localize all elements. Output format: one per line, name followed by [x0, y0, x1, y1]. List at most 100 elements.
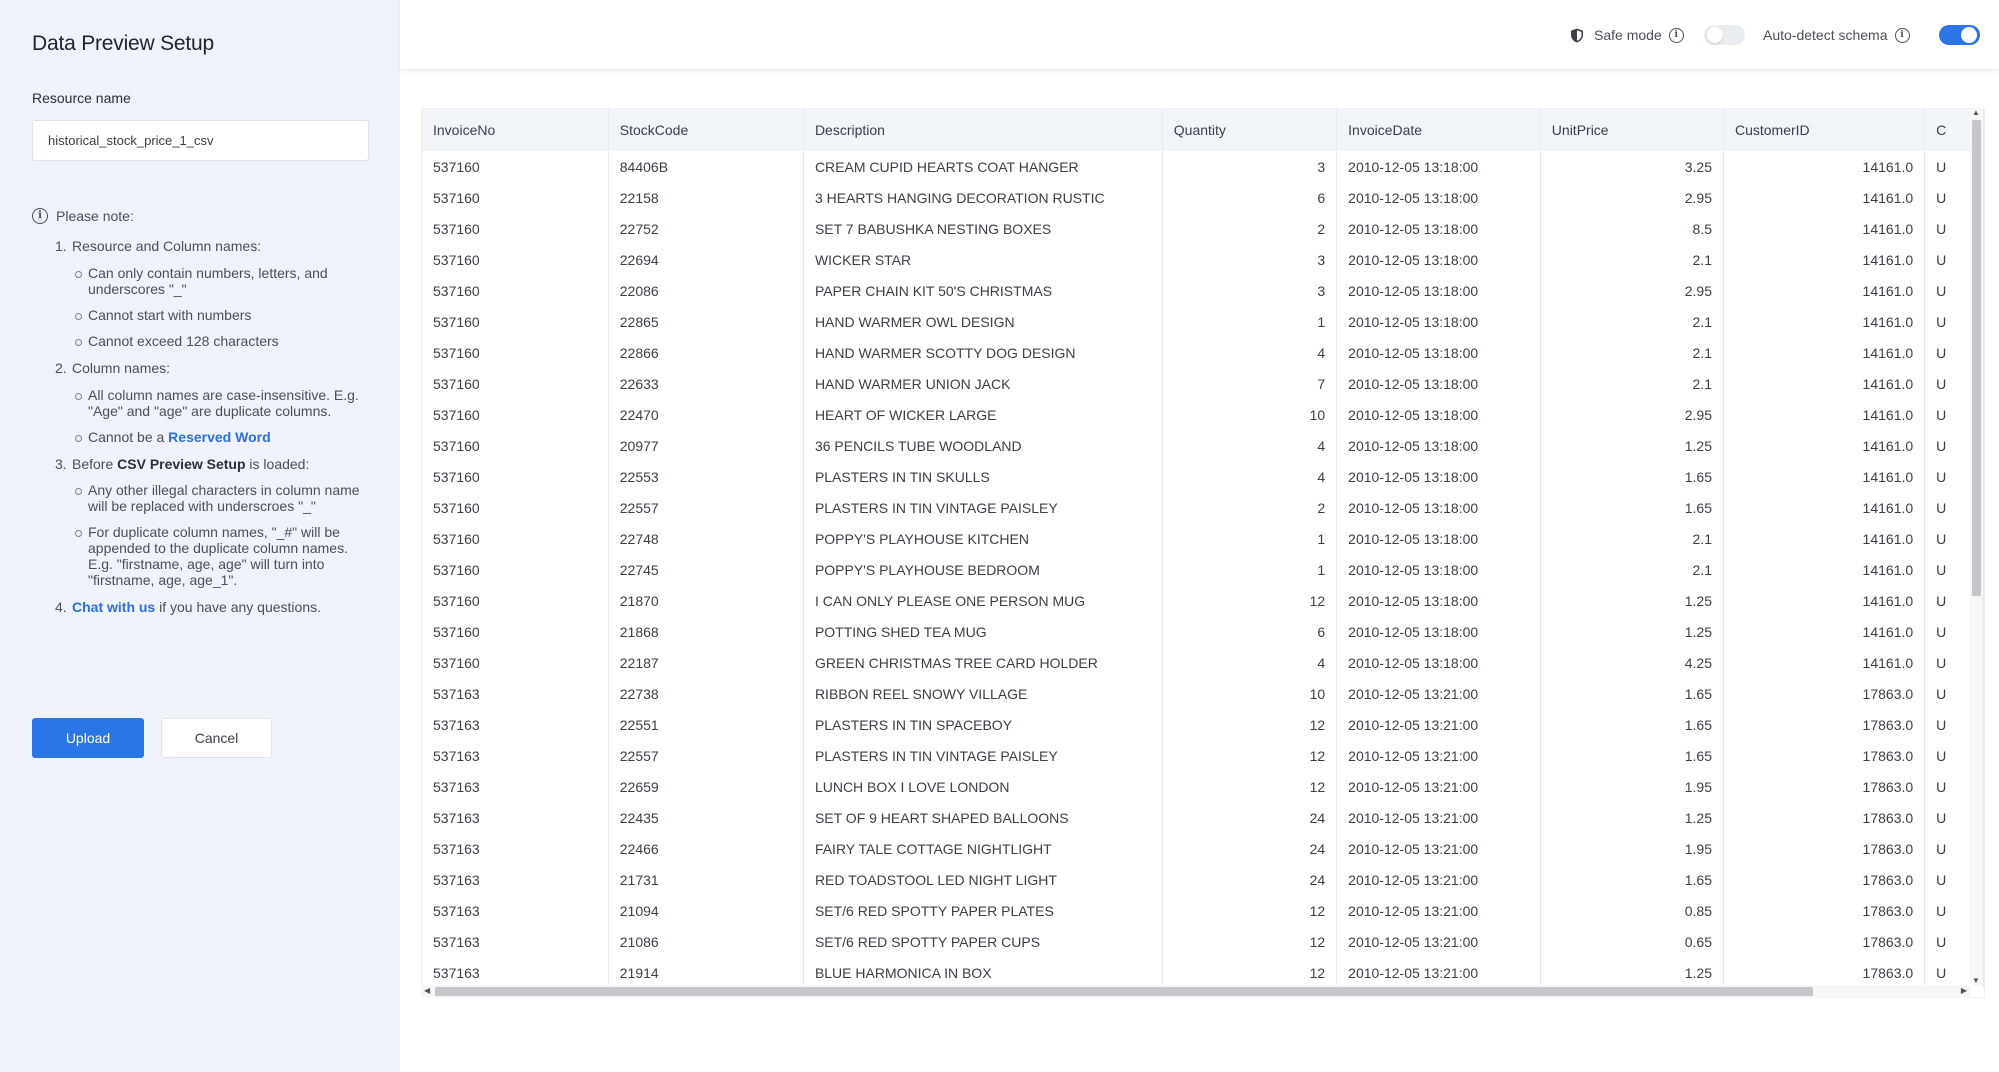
info-icon[interactable]: i	[1668, 27, 1684, 43]
column-header[interactable]: InvoiceDate	[1336, 109, 1541, 151]
table-cell: 537160	[422, 213, 609, 244]
safe-mode-label: Safe mode	[1594, 27, 1662, 43]
auto-detect-toggle[interactable]	[1939, 25, 1980, 45]
table-row[interactable]: 537163 21094 SET/6 RED SPOTTY PAPER PLATES…	[422, 895, 1984, 926]
table-cell: PLASTERS IN TIN SPACEBOY	[803, 709, 1163, 740]
table-cell: 1	[1162, 306, 1338, 337]
table-cell: 14161.0	[1723, 151, 1926, 182]
table-cell: 2010-12-05 13:21:00	[1336, 771, 1541, 802]
table-row[interactable]: 537160 22748 POPPY'S PLAYHOUSE KITCHEN 1 201…	[422, 523, 1984, 554]
table-cell: 1.65	[1540, 678, 1724, 709]
table-cell: 22158	[608, 182, 804, 213]
table-cell: 2010-12-05 13:21:00	[1336, 895, 1541, 926]
table-cell: 21731	[608, 864, 804, 895]
table-cell: 8.5	[1540, 213, 1724, 244]
table-cell: 2.1	[1540, 368, 1724, 399]
table-cell: 12	[1162, 740, 1338, 771]
table-cell: 17863.0	[1723, 802, 1926, 833]
table-row[interactable]: 537160 22694 WICKER STAR 3 2010-12-05 13:18:…	[422, 244, 1984, 275]
horizontal-scrollbar[interactable]: ◀ ▶	[421, 985, 1970, 998]
table-row[interactable]: 537160 22470 HEART OF WICKER LARGE 10 2010-1…	[422, 399, 1984, 430]
table-cell: 2010-12-05 13:18:00	[1336, 337, 1541, 368]
table-row[interactable]: 537160 22745 POPPY'S PLAYHOUSE BEDROOM 1 201…	[422, 554, 1984, 585]
upload-button[interactable]: Upload	[32, 718, 144, 758]
table-row[interactable]: 537163 21914 BLUE HARMONICA IN BOX 12 2010-1…	[422, 957, 1984, 988]
table-cell: 6	[1162, 182, 1338, 213]
table-row[interactable]: 537160 22553 PLASTERS IN TIN SKULLS 4 2010-1…	[422, 461, 1984, 492]
table-cell: 2010-12-05 13:21:00	[1336, 926, 1541, 957]
table-cell: 17863.0	[1723, 864, 1926, 895]
table-cell: 14161.0	[1723, 244, 1926, 275]
table-row[interactable]: 537160 22865 HAND WARMER OWL DESIGN 1 2010-1…	[422, 306, 1984, 337]
column-header[interactable]: Description	[803, 109, 1163, 151]
vertical-scrollbar[interactable]: ▲ ▼	[1970, 108, 1983, 985]
table-row[interactable]: 537163 22738 RIBBON REEL SNOWY VILLAGE 10 20…	[422, 678, 1984, 709]
table-row[interactable]: 537160 22158 3 HEARTS HANGING DECORATION R…	[422, 182, 1984, 213]
table-cell: 537163	[422, 957, 609, 988]
table-row[interactable]: 537163 22659 LUNCH BOX I LOVE LONDON 12 2010…	[422, 771, 1984, 802]
table-cell: WICKER STAR	[803, 244, 1163, 275]
table-cell: 1.65	[1540, 740, 1724, 771]
note-item-4: 4. Chat with us if you have any question…	[55, 599, 322, 616]
column-header[interactable]: Quantity	[1162, 109, 1338, 151]
scrollbar-thumb[interactable]	[1972, 120, 1981, 596]
table-row[interactable]: 537163 22435 SET OF 9 HEART SHAPED BALLOON…	[422, 802, 1984, 833]
table-cell: 2010-12-05 13:21:00	[1336, 957, 1541, 988]
scroll-left-icon[interactable]: ◀	[424, 986, 430, 995]
table-row[interactable]: 537163 22466 FAIRY TALE COTTAGE NIGHTLIGHT…	[422, 833, 1984, 864]
table-cell: 537160	[422, 461, 609, 492]
table-cell: 1.25	[1540, 585, 1724, 616]
table-cell: HAND WARMER SCOTTY DOG DESIGN	[803, 337, 1163, 368]
resource-name-input[interactable]	[32, 120, 369, 161]
table-row[interactable]: 537160 22187 GREEN CHRISTMAS TREE CARD HOL…	[422, 647, 1984, 678]
table-cell: 537160	[422, 399, 609, 430]
table-cell: 10	[1162, 399, 1338, 430]
scroll-up-icon[interactable]: ▲	[1972, 108, 1980, 117]
table-cell: 2010-12-05 13:18:00	[1336, 647, 1541, 678]
table-cell: 2.95	[1540, 275, 1724, 306]
table-row[interactable]: 537163 22551 PLASTERS IN TIN SPACEBOY 12 201…	[422, 709, 1984, 740]
table-row[interactable]: 537160 22557 PLASTERS IN TIN VINTAGE PAISL…	[422, 492, 1984, 523]
table-cell: 537160	[422, 275, 609, 306]
table-cell: 10	[1162, 678, 1338, 709]
table-row[interactable]: 537160 22866 HAND WARMER SCOTTY DOG DESIGN…	[422, 337, 1984, 368]
table-cell: 2.1	[1540, 306, 1724, 337]
column-header[interactable]: StockCode	[608, 109, 804, 151]
scroll-down-icon[interactable]: ▼	[1972, 976, 1980, 985]
table-row[interactable]: 537160 22086 PAPER CHAIN KIT 50'S CHRISTMA…	[422, 275, 1984, 306]
table-row[interactable]: 537160 22752 SET 7 BABUSHKA NESTING BOXES 2…	[422, 213, 1984, 244]
chat-with-us-link[interactable]: Chat with us	[72, 599, 155, 615]
scrollbar-thumb[interactable]	[435, 987, 1813, 996]
table-cell: 4	[1162, 337, 1338, 368]
table-row[interactable]: 537163 22557 PLASTERS IN TIN VINTAGE PAISL…	[422, 740, 1984, 771]
table-row[interactable]: 537163 21086 SET/6 RED SPOTTY PAPER CUPS 12…	[422, 926, 1984, 957]
cancel-button[interactable]: Cancel	[161, 718, 272, 758]
table-cell: 14161.0	[1723, 430, 1926, 461]
column-header[interactable]: UnitPrice	[1540, 109, 1724, 151]
table-cell: 84406B	[608, 151, 804, 182]
table-cell: 537160	[422, 616, 609, 647]
column-header[interactable]: InvoiceNo	[422, 109, 609, 151]
table-cell: 14161.0	[1723, 275, 1926, 306]
reserved-word-link[interactable]: Reserved Word	[168, 429, 270, 445]
table-row[interactable]: 537163 21731 RED TOADSTOOL LED NIGHT LIGHT…	[422, 864, 1984, 895]
table-row[interactable]: 537160 22633 HAND WARMER UNION JACK 7 2010-1…	[422, 368, 1984, 399]
table-cell: 12	[1162, 771, 1338, 802]
table-row[interactable]: 537160 84406B CREAM CUPID HEARTS COAT HANG…	[422, 151, 1984, 182]
table-cell: 22866	[608, 337, 804, 368]
table-cell: 2010-12-05 13:18:00	[1336, 461, 1541, 492]
table-cell: FAIRY TALE COTTAGE NIGHTLIGHT	[803, 833, 1163, 864]
table-cell: 537160	[422, 523, 609, 554]
info-icon[interactable]: i	[1894, 27, 1910, 43]
table-cell: SET/6 RED SPOTTY PAPER PLATES	[803, 895, 1163, 926]
table-row[interactable]: 537160 21870 I CAN ONLY PLEASE ONE PERSON …	[422, 585, 1984, 616]
scroll-right-icon[interactable]: ▶	[1961, 986, 1967, 995]
table-row[interactable]: 537160 21868 POTTING SHED TEA MUG 6 2010-12-…	[422, 616, 1984, 647]
table-cell: POTTING SHED TEA MUG	[803, 616, 1163, 647]
table-row[interactable]: 537160 20977 36 PENCILS TUBE WOODLAND 4 2010…	[422, 430, 1984, 461]
safe-mode-toggle[interactable]	[1704, 25, 1745, 45]
table-cell: 2010-12-05 13:21:00	[1336, 678, 1541, 709]
table-cell: 7	[1162, 368, 1338, 399]
table-cell: 537160	[422, 151, 609, 182]
column-header[interactable]: CustomerID	[1723, 109, 1926, 151]
